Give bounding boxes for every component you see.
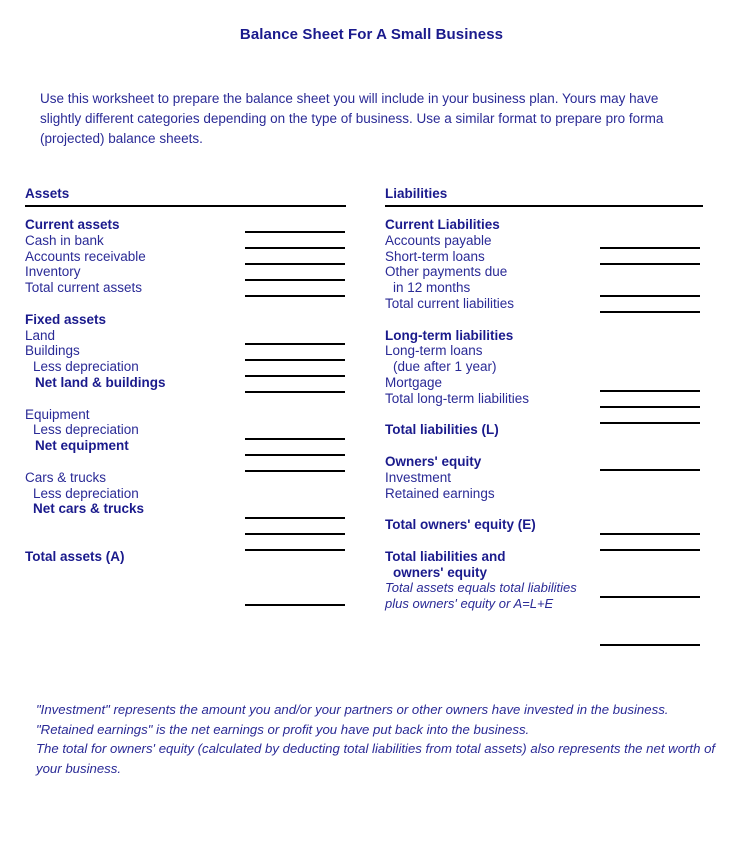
assets-blank-line-buildings-depr[interactable]: [245, 375, 345, 377]
assets-item-total-current-assets: Total current assets: [25, 280, 143, 296]
liabilities-spacer-3: [385, 438, 703, 454]
liabilities-item-long-term-loans: Long-term loans: [385, 343, 483, 359]
assets-blank-line-total-current-2[interactable]: [245, 295, 345, 297]
assets-blank-line-cash[interactable]: [245, 231, 345, 233]
liabilities-heading-rule: [385, 205, 703, 207]
assets-blank-line-cars[interactable]: [245, 517, 345, 519]
liabilities-blank-line-mortgage[interactable]: [600, 406, 700, 408]
assets-blank-line-net-equipment[interactable]: [245, 470, 345, 472]
liabilities-blank-line-total-long-term[interactable]: [600, 422, 700, 424]
liabilities-blank-line-retained-earnings[interactable]: [600, 549, 700, 551]
liabilities-blank-line-grand-total[interactable]: [600, 644, 700, 646]
assets-item-net-cars-trucks: Net cars & trucks: [33, 501, 145, 517]
assets-column: Assets Current assets Cash in bank Accou…: [25, 186, 346, 606]
liabilities-group-title-current: Current Liabilities: [385, 217, 500, 232]
liabilities-spacer-5: [385, 533, 703, 549]
liabilities-blank-line-total-liabilities[interactable]: [600, 469, 700, 471]
assets-group-title-fixed: Fixed assets: [25, 311, 107, 327]
liabilities-blank-line-other-payments[interactable]: [600, 295, 700, 297]
assets-blank-line-buildings[interactable]: [245, 359, 345, 361]
footnote-owners-equity: The total for owners' equity (calculated…: [36, 741, 716, 776]
grand-total-line-1: Total liabilities and: [385, 548, 506, 564]
assets-item-cars-less-depreciation: Less depreciation: [33, 485, 139, 501]
liabilities-spacer-2: [385, 407, 703, 423]
assets-spacer-2: [25, 391, 346, 407]
assets-item-cars-trucks: Cars & trucks: [25, 469, 107, 485]
liabilities-blank-line-total-current-liabilities[interactable]: [600, 311, 700, 313]
liabilities-heading: Liabilities: [385, 186, 448, 201]
assets-blank-line-net-land-buildings[interactable]: [245, 391, 345, 393]
assets-spacer-5: [25, 541, 346, 549]
footnote-retained-earnings: "Retained earnings" is the net earnings …: [36, 721, 530, 737]
liabilities-total-liabilities: Total liabilities (L): [385, 422, 499, 438]
liabilities-item-total-current-liabilities: Total current liabilities: [385, 295, 515, 311]
assets-blank-line-land[interactable]: [245, 343, 345, 345]
assets-rows: Current assets Cash in bank Accounts rec…: [25, 217, 346, 606]
assets-blank-line-cars-depr[interactable]: [245, 533, 345, 535]
assets-blank-line-equipment[interactable]: [245, 438, 345, 440]
liabilities-item-mortgage: Mortgage: [385, 374, 443, 390]
grand-total-note-line-1: Total assets equals total liabilities: [385, 580, 577, 596]
footnote-investment: "Investment" represents the amount you a…: [36, 702, 669, 717]
liabilities-group-title-long-term: Long-term liabilities: [385, 327, 514, 343]
assets-item-net-equipment: Net equipment: [35, 438, 129, 454]
assets-heading-rule: [25, 205, 346, 207]
liabilities-spacer-1: [385, 312, 703, 328]
assets-blank-line-equipment-depr[interactable]: [245, 454, 345, 456]
owners-equity-title: Owners' equity: [385, 453, 482, 469]
page-title: Balance Sheet For A Small Business: [239, 26, 504, 43]
liabilities-blank-line-total-owners-equity[interactable]: [600, 596, 700, 598]
owners-equity-item-investment: Investment: [385, 469, 452, 485]
assets-total-assets: Total assets (A): [25, 549, 125, 565]
assets-item-land: Land: [25, 327, 56, 343]
owners-equity-total: Total owners' equity (E): [385, 517, 536, 533]
assets-item-equipment: Equipment: [25, 406, 90, 422]
liabilities-item-due-after-1-year: (due after 1 year): [393, 359, 497, 375]
assets-item-equipment-less-depreciation: Less depreciation: [33, 422, 139, 438]
assets-blank-line-receivable[interactable]: [245, 247, 345, 249]
assets-item-buildings: Buildings: [25, 343, 80, 359]
assets-item-buildings-less-depreciation: Less depreciation: [33, 359, 139, 375]
assets-heading: Assets: [25, 186, 70, 201]
assets-spacer-3: [25, 454, 346, 470]
liabilities-item-other-payments-due: Other payments due: [385, 264, 508, 280]
assets-blank-line-total-assets[interactable]: [245, 604, 345, 606]
liabilities-column: Liabilities Current Liabilities Accounts…: [385, 186, 703, 646]
balance-sheet-worksheet: Balance Sheet For A Small Business Use t…: [0, 0, 743, 861]
grand-total-note-line-2: plus owners' equity or A=L+E: [385, 596, 554, 612]
assets-item-net-land-buildings: Net land & buildings: [35, 374, 166, 390]
liabilities-item-total-long-term: Total long-term liabilities: [385, 390, 530, 406]
liabilities-rows: Current Liabilities Accounts payable Sho…: [385, 217, 703, 646]
assets-item-inventory: Inventory: [25, 264, 81, 280]
liabilities-blank-line-accounts-payable[interactable]: [600, 247, 700, 249]
footnotes: "Investment" represents the amount you a…: [36, 700, 716, 778]
liabilities-item-in-12-months: in 12 months: [393, 280, 471, 296]
assets-spacer-1: [25, 296, 346, 312]
assets-blank-line-inventory[interactable]: [245, 263, 345, 265]
liabilities-blank-line-investment[interactable]: [600, 533, 700, 535]
assets-spacer-4: [25, 517, 346, 541]
grand-total-line-2: owners' equity: [393, 564, 487, 580]
intro-paragraph: Use this worksheet to prepare the balanc…: [40, 91, 664, 146]
assets-blank-line-net-cars[interactable]: [245, 549, 345, 551]
liabilities-blank-line-long-term-loans[interactable]: [600, 390, 700, 392]
liabilities-spacer-4: [385, 501, 703, 517]
owners-equity-item-retained-earnings: Retained earnings: [385, 485, 495, 501]
assets-blank-line-total-current[interactable]: [245, 279, 345, 281]
liabilities-blank-line-short-term-loans[interactable]: [600, 263, 700, 265]
